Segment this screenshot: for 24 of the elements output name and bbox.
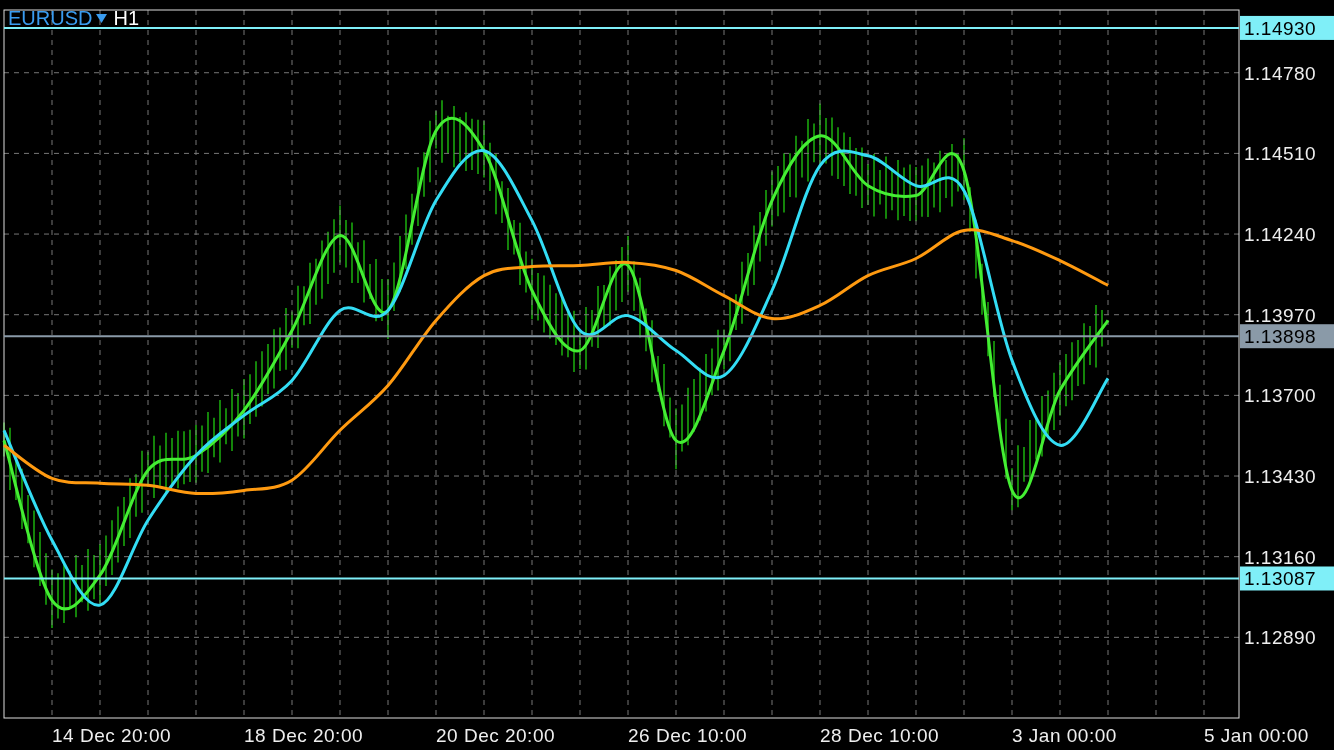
time-label: 18 Dec 20:00 [244, 725, 364, 746]
price-label: 1.14510 [1244, 143, 1317, 165]
time-label: 5 Jan 00:00 [1204, 725, 1309, 746]
price-label: 1.13430 [1244, 466, 1317, 488]
time-label: 26 Dec 10:00 [628, 725, 748, 746]
price-tag: 1.13898 [1240, 324, 1334, 349]
ref-line-label: 1.14930 [1244, 17, 1317, 39]
time-label: 3 Jan 00:00 [1012, 725, 1117, 746]
ref-line-label: 1.13898 [1244, 326, 1317, 348]
price-label: 1.12890 [1244, 627, 1317, 649]
price-label: 1.13970 [1244, 304, 1317, 326]
price-label: 1.14780 [1244, 62, 1317, 84]
price-tag: 1.14930 [1240, 15, 1334, 40]
caret-icon [96, 13, 108, 23]
time-label: 28 Dec 10:00 [820, 725, 940, 746]
symbol-selector[interactable]: EURUSD [8, 8, 108, 28]
price-tag: 1.13087 [1240, 566, 1334, 591]
price-label: 1.14240 [1244, 224, 1317, 246]
ref-line-label: 1.13087 [1244, 568, 1317, 590]
time-label: 20 Dec 20:00 [436, 725, 556, 746]
price-label: 1.13160 [1244, 546, 1317, 568]
price-label: 1.13700 [1244, 385, 1317, 407]
time-label: 14 Dec 20:00 [52, 725, 172, 746]
timeframe-label: H1 [113, 8, 140, 28]
